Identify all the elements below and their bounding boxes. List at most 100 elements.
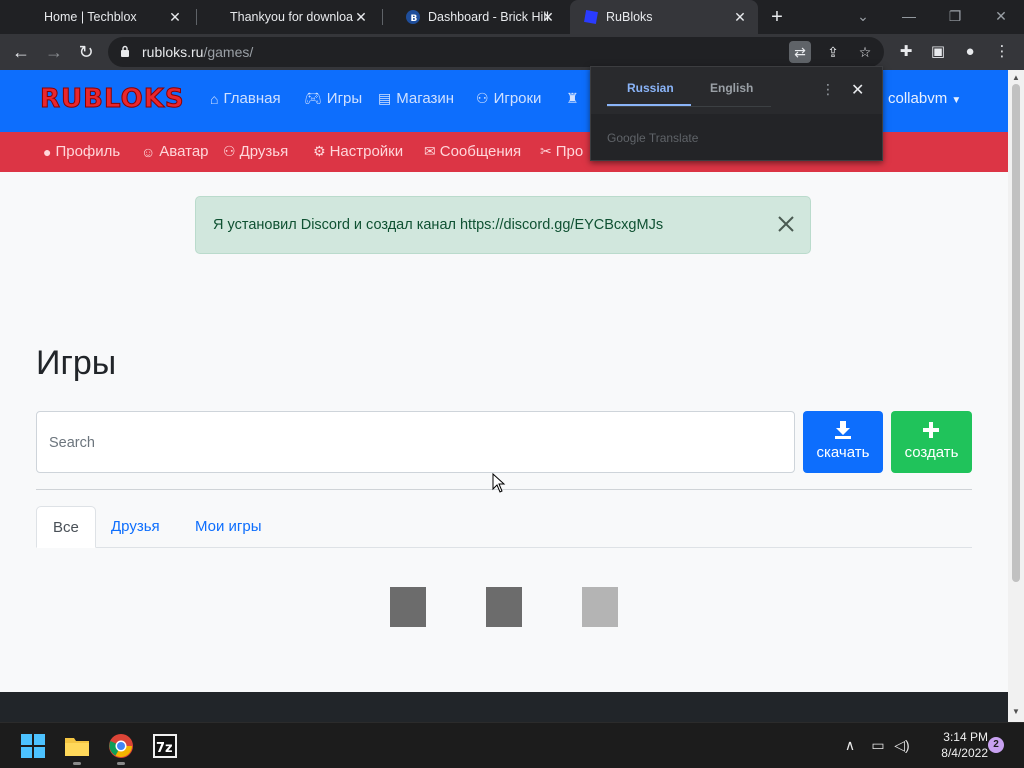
- browser-menu-icon[interactable]: ⋮: [990, 40, 1014, 64]
- translate-icon[interactable]: ⇄: [789, 41, 811, 63]
- site-logo[interactable]: RUBLOKS: [40, 84, 185, 115]
- share-icon[interactable]: ⇪: [822, 41, 844, 63]
- users-icon: ⚇: [476, 90, 489, 106]
- subnav-item-partial[interactable]: ✂ Про: [540, 143, 583, 160]
- page-title: Игры: [36, 344, 117, 382]
- nav-label: Игроки: [493, 90, 542, 107]
- browser-tab-rubloks[interactable]: RuBloks ✕: [570, 0, 758, 34]
- chrome-icon[interactable]: [108, 733, 134, 765]
- reload-icon[interactable]: ↻: [74, 40, 98, 64]
- lock-icon: [121, 45, 129, 57]
- search-input[interactable]: Search: [36, 411, 795, 473]
- more-options-icon[interactable]: ⋮: [821, 81, 835, 98]
- nav-label: Главная: [223, 90, 281, 107]
- nav-item-home[interactable]: ⌂ Главная: [210, 90, 281, 107]
- profile-icon[interactable]: ●: [958, 40, 982, 64]
- close-icon[interactable]: [776, 214, 796, 234]
- nav-label: Магазин: [396, 90, 455, 107]
- close-icon[interactable]: ✕: [167, 9, 183, 25]
- subnav-item-friends[interactable]: ⚇ Друзья: [223, 143, 288, 160]
- 7zip-icon[interactable]: 7z: [152, 733, 178, 759]
- envelope-icon: ✉: [424, 143, 436, 159]
- username: collabvm: [888, 90, 948, 107]
- create-label: создать: [904, 444, 959, 461]
- subnav-item-messages[interactable]: ✉ Сообщения: [424, 143, 521, 160]
- friends-icon: ⚇: [223, 143, 236, 159]
- window-close-icon[interactable]: ✕: [986, 4, 1016, 28]
- tab-title: RuBloks: [606, 10, 653, 24]
- close-icon[interactable]: ✕: [851, 80, 864, 100]
- svg-text:7z: 7z: [156, 741, 173, 756]
- scrollbar-thumb[interactable]: [1012, 84, 1020, 582]
- side-panel-icon[interactable]: ▣: [926, 40, 950, 64]
- active-tab-indicator: [607, 104, 691, 106]
- loading-placeholder: [390, 587, 426, 627]
- nav-item-players[interactable]: ⚇ Игроки: [476, 90, 541, 107]
- nav-item-store[interactable]: ▤ Магазин: [378, 90, 454, 107]
- create-button[interactable]: создать: [891, 411, 972, 473]
- mouse-cursor-icon: [492, 473, 506, 493]
- download-button[interactable]: скачать: [803, 411, 883, 473]
- tab-my-games[interactable]: Мои игры: [179, 506, 278, 548]
- url-path: /games/: [203, 44, 254, 60]
- browser-tab-thankyou[interactable]: Thankyou for downloa ✕: [216, 0, 379, 34]
- volume-icon[interactable]: ◁): [892, 735, 912, 755]
- browser-tab-brickhill[interactable]: B Dashboard - Brick Hill ✕: [392, 0, 566, 34]
- extensions-puzzle-icon[interactable]: ✚: [894, 40, 918, 64]
- url-text: rubloks.ru/games/: [142, 44, 253, 60]
- tab-russian[interactable]: Russian: [627, 81, 674, 95]
- back-arrow-icon[interactable]: ←: [9, 40, 33, 64]
- close-icon[interactable]: ✕: [540, 9, 556, 25]
- tab-separator: [196, 9, 197, 25]
- close-icon[interactable]: ✕: [353, 9, 369, 25]
- forward-arrow-icon[interactable]: →: [42, 40, 66, 64]
- network-icon[interactable]: ▭: [868, 735, 888, 755]
- running-indicator: [73, 762, 81, 765]
- brickhill-favicon-icon: B: [406, 10, 420, 24]
- clock-time: 3:14 PM: [943, 730, 988, 744]
- avatar-icon: ☺: [141, 143, 156, 160]
- clock-date: 8/4/2022: [941, 746, 988, 760]
- page-scrollbar[interactable]: ▲ ▼: [1008, 70, 1024, 722]
- tab-friends[interactable]: Друзья: [95, 506, 176, 548]
- alert-message: Я установил Discord и создал канал https…: [213, 217, 664, 233]
- caret-down-icon: ▼: [951, 95, 962, 106]
- tab-separator: [382, 9, 383, 25]
- download-icon: [835, 421, 851, 439]
- nav-item-games[interactable]: 🎮︎ Игры: [304, 90, 362, 107]
- tab-english[interactable]: English: [710, 81, 753, 95]
- tab-title: Home | Techblox: [44, 10, 137, 24]
- file-explorer-icon[interactable]: [64, 733, 90, 765]
- subnav-label: Сообщения: [439, 143, 522, 160]
- subnav-item-avatar[interactable]: ☺ Аватар: [141, 143, 209, 160]
- notification-badge[interactable]: 2: [988, 737, 1004, 753]
- games-tabs: Все Друзья Мои игры: [36, 506, 972, 548]
- subnav-item-settings[interactable]: ⚙ Настройки: [313, 143, 403, 160]
- subnav-item-profile[interactable]: ● Профиль: [43, 143, 120, 160]
- download-label: скачать: [816, 444, 870, 461]
- browser-tab-techblox[interactable]: Home | Techblox ✕: [30, 0, 193, 34]
- store-icon: ▤: [378, 90, 392, 106]
- tab-search-chevron-icon[interactable]: ⌄: [848, 4, 878, 28]
- address-bar[interactable]: rubloks.ru/games/ ⇄ ⇪ ☆: [108, 37, 884, 67]
- windows-start-icon[interactable]: [20, 733, 46, 759]
- subnav-label: Профиль: [55, 143, 121, 160]
- nav-label: Игры: [326, 90, 363, 107]
- scroll-down-arrow-icon[interactable]: ▼: [1008, 704, 1024, 720]
- close-icon[interactable]: ✕: [732, 9, 748, 25]
- subnav-label: Друзья: [239, 143, 289, 160]
- tab-all[interactable]: Все: [36, 506, 96, 548]
- minimize-icon[interactable]: —: [894, 4, 924, 28]
- show-hidden-icons-chevron-icon[interactable]: ∧: [840, 735, 860, 755]
- gear-icon: ⚙: [313, 143, 326, 159]
- restore-icon[interactable]: ❐: [940, 4, 970, 28]
- user-dropdown[interactable]: collabvm ▼: [888, 90, 961, 107]
- nav-item-partial[interactable]: ♜: [566, 90, 584, 107]
- windows-taskbar: 7z ∧ ▭ ◁) 3:14 PM 8/4/2022 2: [0, 722, 1024, 768]
- bookmark-star-icon[interactable]: ☆: [854, 41, 876, 63]
- subnav-label: Про: [555, 143, 584, 160]
- subnav-label: Настройки: [329, 143, 404, 160]
- new-tab-plus-icon[interactable]: +: [766, 6, 788, 28]
- svg-text:B: B: [411, 14, 418, 24]
- system-clock[interactable]: 3:14 PM 8/4/2022: [918, 729, 988, 761]
